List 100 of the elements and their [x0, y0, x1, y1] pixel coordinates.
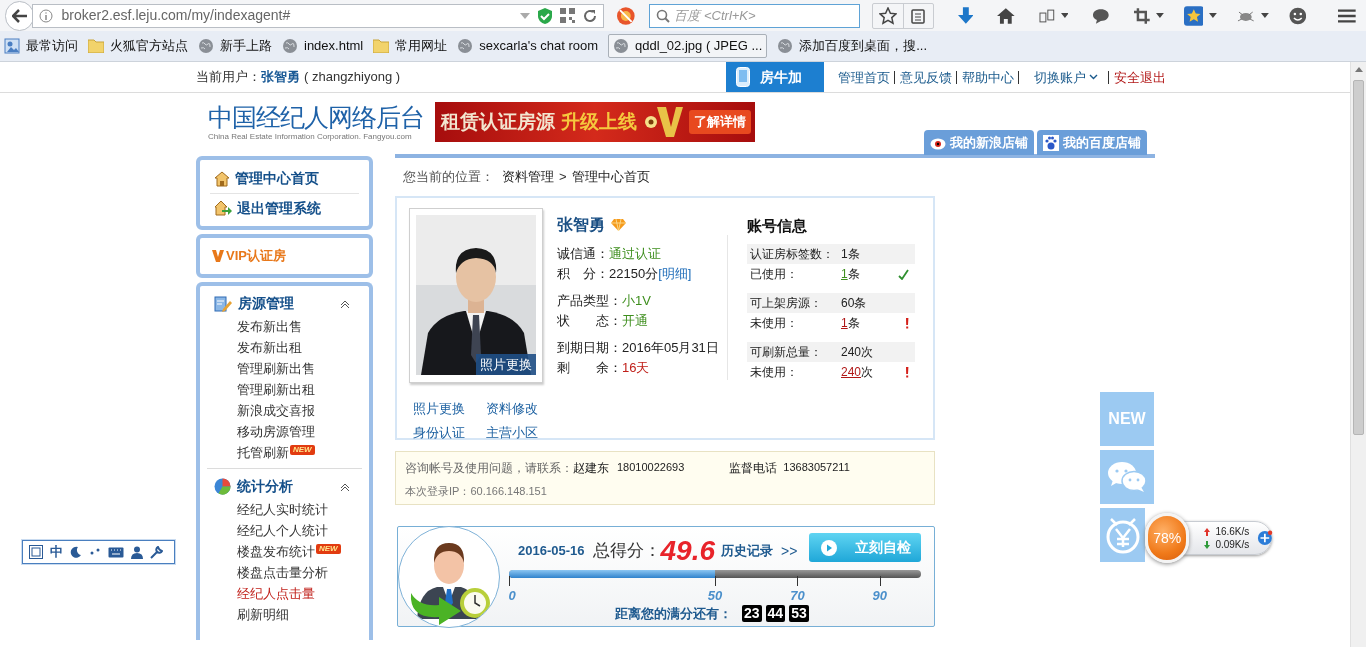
star-badge-icon[interactable] [1183, 5, 1204, 26]
profile-link[interactable]: 照片更换 [413, 399, 486, 419]
bookmark-item[interactable]: 添加百度到桌面，搜... [777, 36, 928, 56]
globe-icon [457, 38, 474, 54]
home-icon[interactable] [997, 7, 1015, 24]
sidebar-item[interactable]: 发布新出租 [237, 337, 302, 358]
download-icon[interactable] [957, 6, 974, 25]
contact-label: 咨询帐号及使用问题，请联系： [405, 460, 573, 477]
sidebar-item[interactable]: 发布新出售 [237, 316, 302, 337]
sidebar-item[interactable]: 楼盘发布统计 [237, 541, 315, 562]
user-label: 当前用户： [196, 68, 261, 87]
brand-tab[interactable]: 房牛加 [726, 62, 824, 92]
crop-icon[interactable] [1134, 7, 1150, 24]
address-bar[interactable]: broker2.esf.leju.com/my/indexagent# [32, 3, 604, 28]
alert-icon [905, 317, 909, 329]
caret-icon[interactable] [1260, 13, 1269, 18]
sidebar-item[interactable]: 管理刷新出售 [237, 358, 315, 379]
sidebar-item[interactable]: 管理刷新出租 [237, 379, 315, 400]
reload-icon[interactable] [582, 8, 597, 23]
search-field[interactable]: 百度 <Ctrl+K> [649, 3, 860, 28]
new-label: NEW [1108, 409, 1146, 429]
add-icon[interactable] [1257, 529, 1273, 547]
bookmark-item[interactable]: 最常访问 [4, 36, 78, 56]
contact-phone: 18010022693 [617, 460, 685, 475]
caret-icon[interactable] [1209, 13, 1218, 18]
paw-icon [1043, 134, 1059, 151]
wrench-icon[interactable] [150, 545, 163, 559]
sidebar-item[interactable]: 托管刷新 [237, 442, 289, 463]
account-label: 未使用： [750, 364, 799, 381]
detail-link[interactable]: [明细] [658, 265, 692, 282]
ad-banner[interactable]: 租赁认证房源 升级上线 了解详情 [435, 102, 755, 142]
bookmark-item[interactable]: 常用网址 [373, 36, 448, 56]
phone-icon [736, 67, 750, 87]
breadcrumb-link[interactable]: 资料管理 [502, 167, 554, 187]
collapse-icon[interactable] [340, 298, 350, 309]
profile-link[interactable]: 主营小区 [486, 422, 559, 442]
sidebar-item[interactable]: 经纪人实时统计 [237, 499, 328, 520]
ime-mode[interactable]: 中 [50, 542, 63, 562]
user-icon[interactable] [131, 545, 143, 559]
section-title: 统计分析 [237, 477, 294, 496]
qr-code-icon[interactable] [559, 8, 575, 23]
keyboard-icon[interactable] [108, 546, 124, 558]
pie-chart-icon [214, 478, 231, 495]
sidebar-item[interactable]: 移动房源管理 [237, 421, 315, 442]
bookmark-item[interactable]: 火狐官方站点 [88, 36, 188, 56]
caret-icon[interactable] [1060, 13, 1069, 18]
info-icon[interactable] [39, 8, 54, 23]
more-arrows: >> [781, 541, 798, 561]
tick-label: 0 [508, 587, 516, 605]
house-icon [214, 170, 230, 187]
moon-icon[interactable] [70, 546, 82, 558]
scroll-up-icon[interactable] [1354, 66, 1363, 72]
bookmark-item[interactable]: sexcarla's chat room [457, 36, 599, 56]
history-link[interactable]: 历史记录 [721, 541, 773, 561]
field-value: 2016年05月31日 [622, 339, 719, 356]
bookmark-item[interactable]: index.html [282, 36, 364, 56]
profile-link[interactable]: 资料修改 [486, 399, 559, 419]
banner-detail-button[interactable]: 了解详情 [689, 110, 751, 134]
punctuation-icon[interactable] [89, 547, 101, 557]
shield-icon[interactable] [537, 7, 552, 24]
tick-label: 70 [790, 587, 805, 605]
bookmark-item[interactable]: qddl_02.jpg ( JPEG ... [608, 34, 768, 58]
blocked-icon[interactable] [615, 5, 636, 26]
nav-link[interactable]: 意见反馈 [894, 70, 956, 84]
breadcrumb-link[interactable]: 管理中心首页 [571, 167, 650, 187]
countdown-label: 距离您的满分还有： [615, 605, 732, 623]
field-value: 通过认证 [609, 245, 661, 262]
devices-icon[interactable] [1038, 8, 1055, 23]
sidebar-item[interactable]: 刷新明细 [237, 604, 289, 625]
wechat-icon [1107, 460, 1147, 494]
sidebar-item[interactable]: 新浪成交喜报 [237, 400, 315, 421]
back-button[interactable] [5, 0, 35, 31]
chat-icon[interactable] [1092, 7, 1111, 24]
grid-icon[interactable] [29, 545, 43, 559]
field-value: 22150分 [609, 265, 659, 282]
search-input[interactable]: 百度 <Ctrl+K> [674, 5, 853, 26]
photo-change-button[interactable]: 照片更换 [476, 353, 536, 375]
account-switch-link[interactable]: 切换账户 [1018, 70, 1108, 84]
field-label: 诚信通： [557, 245, 609, 262]
search-icon[interactable] [656, 8, 671, 23]
nav-link[interactable]: 管理首页 [838, 70, 894, 84]
bookmark-item[interactable]: 新手上路 [198, 36, 272, 56]
account-label: 可刷新总量： [750, 344, 823, 361]
menu-icon[interactable] [1338, 8, 1356, 23]
scrollbar[interactable] [1350, 62, 1366, 647]
user-name: 张智勇 [261, 68, 300, 87]
collapse-icon[interactable] [340, 481, 350, 492]
sidebar-link[interactable]: 管理中心首页 [210, 164, 359, 193]
nav-link[interactable]: 帮助中心 [956, 70, 1018, 84]
caret-icon[interactable] [1155, 13, 1164, 18]
sidebar-item[interactable]: 经纪人个人统计 [237, 520, 328, 541]
check-icon [898, 268, 909, 280]
profile-link[interactable]: 身份认证 [413, 422, 486, 442]
sidebar-link[interactable]: 退出管理系统 [210, 193, 359, 222]
sidebar-item[interactable]: 楼盘点击量分析 [237, 562, 328, 583]
sidebar-item[interactable]: 经纪人点击量 [237, 583, 315, 604]
logout-link[interactable]: 安全退出 [1108, 70, 1166, 84]
field-value: 小1V [622, 292, 651, 309]
smiley-icon[interactable] [1288, 6, 1307, 25]
ime-toolbar[interactable]: 中 [22, 540, 175, 564]
